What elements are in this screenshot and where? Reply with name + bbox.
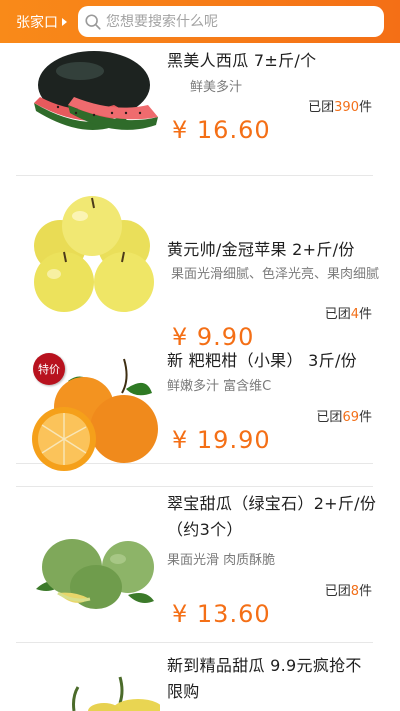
product-desc: 果面光滑细腻、色泽光亮、果肉细腻 xyxy=(171,267,380,282)
search-icon xyxy=(85,13,101,30)
melon-image xyxy=(36,539,154,609)
product-price: ¥ 13.60 xyxy=(172,600,271,628)
search-input[interactable] xyxy=(106,13,384,30)
sold-count: 已团69件 xyxy=(316,410,372,425)
product-list[interactable]: 黑美人西瓜 7±斤/个 鲜美多汁 已团390件 ¥ 16.60 黄元帅/金冠苹果… xyxy=(0,43,400,711)
product-desc: 鲜美多汁 xyxy=(190,80,243,95)
product-title: 新到精品甜瓜 9.9元疯抢不限购 xyxy=(167,656,362,701)
sold-count: 已团4件 xyxy=(324,307,372,322)
top-bar: 张家口 xyxy=(0,0,400,43)
product-desc: 鲜嫩多汁 富含维C xyxy=(167,379,272,394)
search-box[interactable] xyxy=(78,6,384,37)
sold-count: 已团390件 xyxy=(308,100,372,115)
special-price-badge: 特价 xyxy=(33,353,65,385)
melon-image xyxy=(72,676,160,711)
city-selector[interactable]: 张家口 xyxy=(0,12,78,32)
product-price: ¥ 16.60 xyxy=(172,116,271,144)
caret-right-icon xyxy=(62,17,67,26)
watermelon-image xyxy=(34,51,158,130)
product-title: 翠宝甜瓜（绿宝石）2+斤/份（约3个） xyxy=(167,494,377,539)
product-item[interactable]: 特价 新 粑粑柑（小果） 3斤/份 鲜嫩多汁 富含维C 已团69件 ¥ 19.9… xyxy=(0,331,400,487)
sold-count: 已团8件 xyxy=(324,584,372,599)
city-label: 张家口 xyxy=(16,14,58,31)
product-title: 新 粑粑柑（小果） 3斤/份 xyxy=(167,351,357,370)
product-title: 黑美人西瓜 7±斤/个 xyxy=(167,51,317,70)
apple-image xyxy=(34,196,154,312)
product-item[interactable]: 新到精品甜瓜 9.9元疯抢不限购 xyxy=(0,643,400,711)
product-item[interactable]: 翠宝甜瓜（绿宝石）2+斤/份（约3个） 果面光滑 肉质酥脆 已团8件 ¥ 13.… xyxy=(0,487,400,643)
product-price: ¥ 19.90 xyxy=(172,426,271,454)
product-desc: 果面光滑 肉质酥脆 xyxy=(167,553,276,568)
product-item[interactable]: 黄元帅/金冠苹果 2+斤/份 果面光滑细腻、色泽光亮、果肉细腻 已团4件 ¥ 9… xyxy=(0,176,400,464)
product-title: 黄元帅/金冠苹果 2+斤/份 xyxy=(167,240,355,259)
product-item[interactable]: 黑美人西瓜 7±斤/个 鲜美多汁 已团390件 ¥ 16.60 xyxy=(0,43,400,176)
